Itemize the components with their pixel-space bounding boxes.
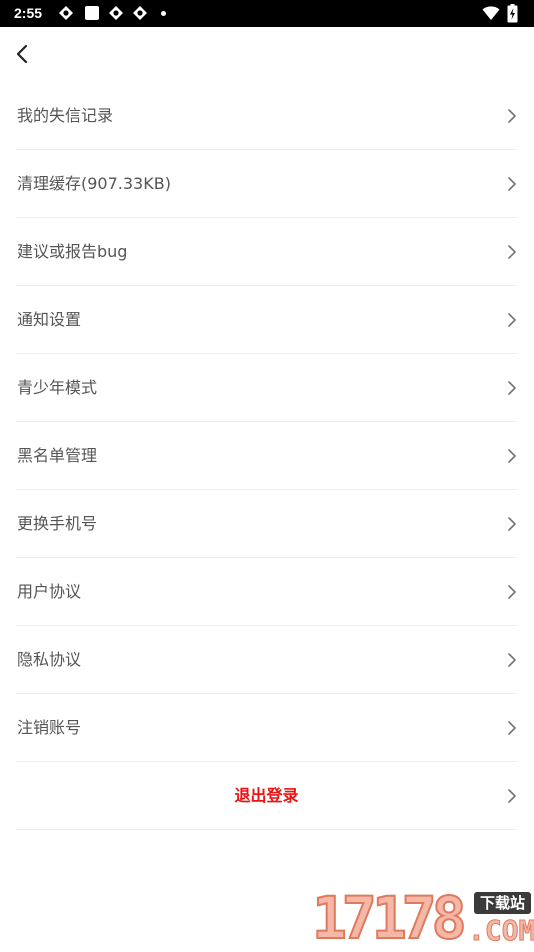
chevron-right-icon (508, 721, 516, 735)
watermark-tag: 下载站 (474, 892, 532, 914)
settings-item-user-agreement[interactable]: 用户协议 (16, 558, 517, 626)
status-time: 2:55 (14, 5, 43, 21)
chevron-right-icon (508, 245, 516, 259)
settings-item-label: 更换手机号 (17, 514, 98, 533)
chevron-right-icon (508, 585, 516, 599)
chevron-right-icon (508, 449, 516, 463)
app-notification-icon (133, 6, 147, 20)
settings-item-label: 隐私协议 (17, 650, 82, 669)
chevron-right-icon (508, 313, 516, 327)
settings-item-privacy-agreement[interactable]: 隐私协议 (16, 626, 517, 694)
settings-item-credit-record[interactable]: 我的失信记录 (16, 82, 517, 150)
wifi-icon (482, 6, 500, 20)
settings-item-teen-mode[interactable]: 青少年模式 (16, 354, 517, 422)
settings-item-label: 建议或报告bug (17, 242, 128, 261)
watermark-digits: 17178 (311, 884, 468, 952)
chevron-right-icon (508, 517, 516, 531)
back-button[interactable] (4, 36, 40, 72)
chevron-left-icon (16, 44, 28, 64)
settings-item-label: 我的失信记录 (17, 106, 114, 125)
logout-label: 退出登录 (234, 786, 299, 805)
settings-item-label: 黑名单管理 (17, 446, 98, 465)
settings-item-label: 青少年模式 (17, 378, 98, 397)
settings-item-notifications[interactable]: 通知设置 (16, 286, 517, 354)
logout-button[interactable]: 退出登录 (16, 762, 517, 830)
settings-item-label: 通知设置 (17, 310, 82, 329)
site-watermark: 17178 下载站 .COM (308, 886, 534, 950)
watermark-suffix: .COM (467, 914, 534, 947)
settings-item-feedback[interactable]: 建议或报告bug (16, 218, 517, 286)
settings-item-blacklist[interactable]: 黑名单管理 (16, 422, 517, 490)
settings-item-delete-account[interactable]: 注销账号 (16, 694, 517, 762)
settings-item-label: 用户协议 (17, 582, 82, 601)
battery-charging-icon (507, 4, 518, 23)
settings-item-clear-cache[interactable]: 清理缓存(907.33KB) (16, 150, 517, 218)
chevron-right-icon (508, 177, 516, 191)
settings-list: 我的失信记录 清理缓存(907.33KB) 建议或报告bug 通知设置 青少年模… (16, 82, 517, 830)
settings-item-label: 注销账号 (17, 718, 82, 737)
status-bar: 2:55 (0, 0, 534, 27)
settings-item-label: 清理缓存(907.33KB) (17, 174, 171, 193)
more-notifications-dot (161, 11, 166, 16)
square-notification-icon (85, 6, 99, 20)
chevron-right-icon (508, 653, 516, 667)
app-notification-icon (109, 6, 123, 20)
app-notification-icon (59, 6, 73, 20)
settings-item-change-phone[interactable]: 更换手机号 (16, 490, 517, 558)
chevron-right-icon (508, 789, 516, 803)
chevron-right-icon (508, 381, 516, 395)
chevron-right-icon (508, 109, 516, 123)
